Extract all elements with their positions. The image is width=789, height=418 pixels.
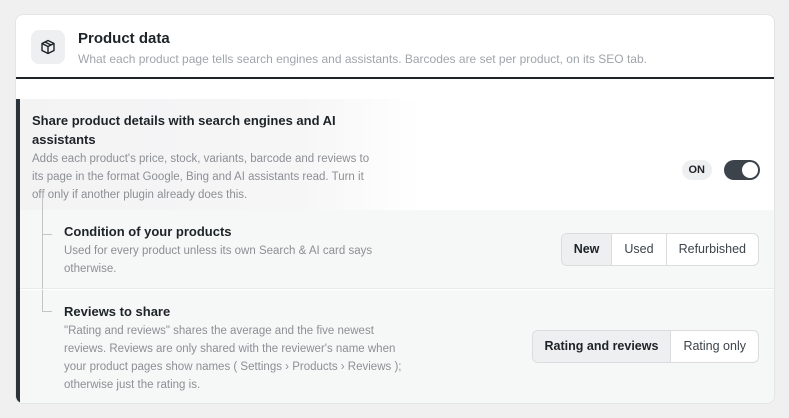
condition-segmented-control: New Used Refurbished <box>560 233 759 266</box>
status-badge: ON <box>681 160 712 180</box>
page-title: Product data <box>78 30 170 47</box>
condition-description: Used for every product unless its own Se… <box>64 245 373 275</box>
condition-option-used[interactable]: Used <box>611 234 665 265</box>
reviews-option-rating-and-reviews[interactable]: Rating and reviews <box>532 331 671 362</box>
toggle-knob <box>742 162 758 178</box>
tree-branch <box>42 311 52 312</box>
condition-option-refurbished[interactable]: Refurbished <box>665 234 758 265</box>
reviews-option-rating-only[interactable]: Rating only <box>670 331 758 362</box>
reviews-description: "Rating and reviews" shares the average … <box>64 325 402 391</box>
condition-title: Condition of your products <box>64 224 232 239</box>
tree-branch <box>42 234 52 235</box>
condition-option-new[interactable]: New <box>561 234 612 265</box>
reviews-segmented-control: Rating and reviews Rating only <box>531 330 759 363</box>
reviews-setting: Reviews to share "Rating and reviews" sh… <box>20 290 774 403</box>
condition-setting: Condition of your products Used for ever… <box>20 210 774 289</box>
reviews-title: Reviews to share <box>64 304 171 319</box>
card-header: Product data What each product page tell… <box>16 15 774 79</box>
share-product-details-setting: Share product details with search engine… <box>20 99 774 210</box>
tree-connector <box>42 290 43 312</box>
setting-description: Adds each product's price, stock, varian… <box>32 153 370 201</box>
tree-connector <box>42 190 43 210</box>
toggle-group: ON <box>681 160 760 180</box>
product-data-card: Product data What each product page tell… <box>15 14 775 404</box>
tree-connector <box>42 210 43 289</box>
box-icon <box>31 30 65 64</box>
setting-title: Share product details with search engine… <box>32 113 336 147</box>
share-toggle[interactable] <box>724 160 760 180</box>
page-subtitle: What each product page tells search engi… <box>78 52 647 66</box>
